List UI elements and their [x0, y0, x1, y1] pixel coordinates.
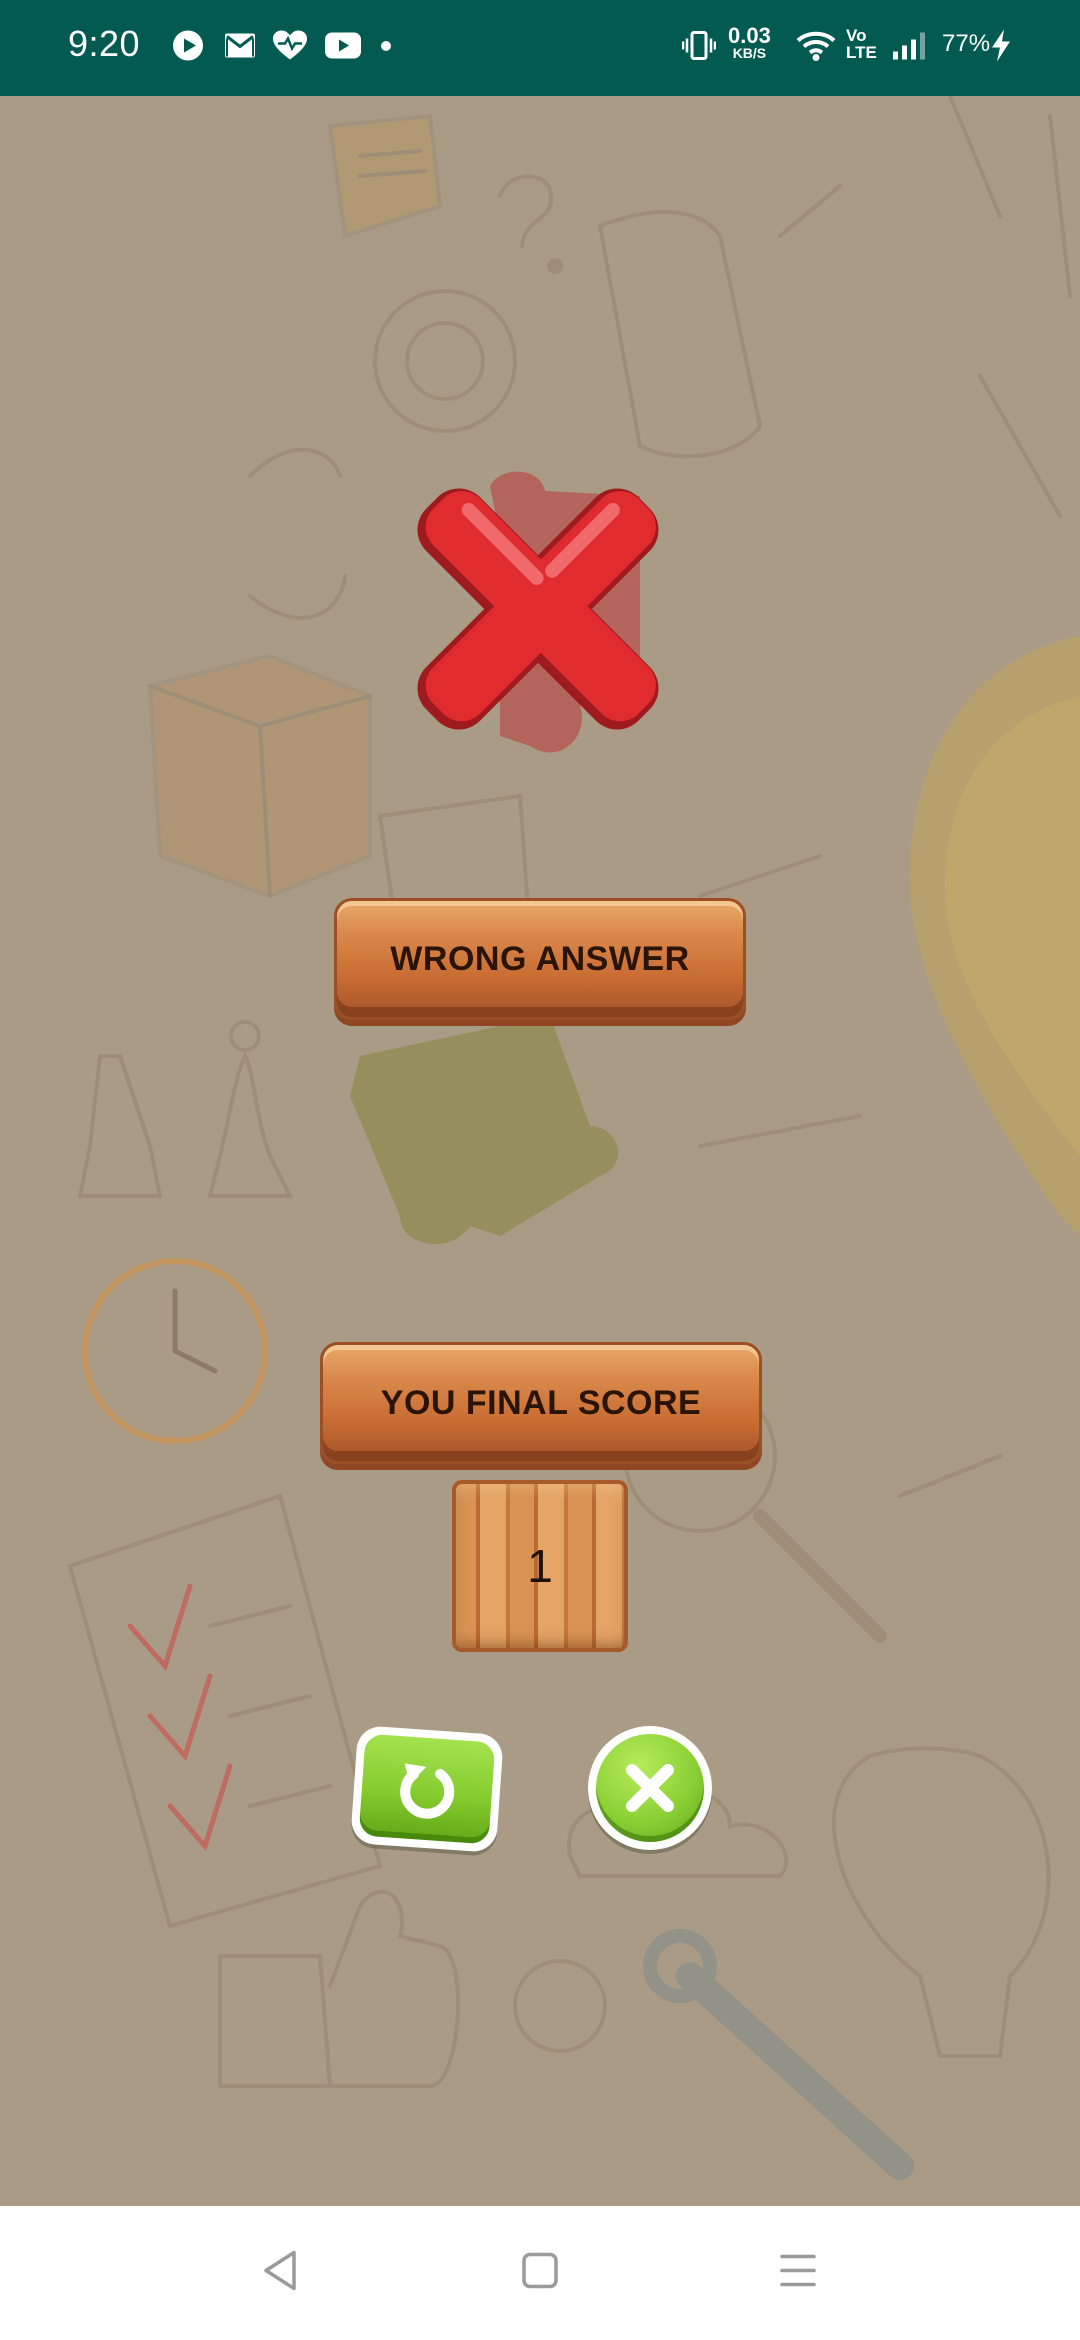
vibrate-icon	[681, 31, 717, 66]
close-button-face[interactable]	[596, 1734, 704, 1842]
gmail-icon	[224, 33, 256, 64]
wrong-answer-banner: WRONG ANSWER	[334, 898, 746, 1020]
charging-icon	[990, 29, 1012, 68]
replay-icon	[400, 1763, 455, 1819]
volte-line1: Vo	[846, 26, 867, 45]
doodle-background	[67, 96, 1080, 2180]
net-speed-unit: KB/S	[732, 45, 767, 61]
dot-icon	[380, 39, 392, 57]
final-score-banner: YOU FINAL SCORE	[320, 1342, 762, 1464]
status-bar: 9:20 0.03 KB/S Vo LTE 77%	[0, 0, 1080, 96]
close-button[interactable]	[588, 1726, 712, 1850]
net-speed: 0.03 KB/S	[728, 25, 771, 62]
wifi-icon	[796, 30, 836, 67]
score-value: 1	[527, 1540, 553, 1592]
menu-lines-icon[interactable]	[778, 2251, 818, 2296]
back-triangle-icon[interactable]	[260, 2249, 300, 2298]
red-x-icon	[417, 488, 659, 730]
game-area: WRONG ANSWER YOU FINAL SCORE 1	[0, 96, 1080, 2206]
volte-line2: LTE	[846, 43, 877, 62]
wrong-answer-label: WRONG ANSWER	[390, 939, 690, 978]
final-score-label: YOU FINAL SCORE	[380, 1383, 702, 1422]
battery-percent: 77%	[942, 30, 991, 57]
replay-button[interactable]	[350, 1725, 504, 1853]
score-value-box: 1	[452, 1480, 628, 1652]
youtube-icon	[324, 32, 362, 65]
navigation-bar	[0, 2206, 1080, 2340]
status-time: 9:20	[68, 23, 141, 64]
replay-button-face[interactable]	[358, 1733, 496, 1845]
home-square-icon[interactable]	[520, 2251, 560, 2296]
signal-icon	[892, 32, 926, 65]
volte-indicator: Vo LTE	[846, 27, 877, 61]
health-heart-icon	[272, 30, 308, 67]
close-icon	[626, 1764, 674, 1812]
play-circle-icon	[172, 30, 204, 67]
